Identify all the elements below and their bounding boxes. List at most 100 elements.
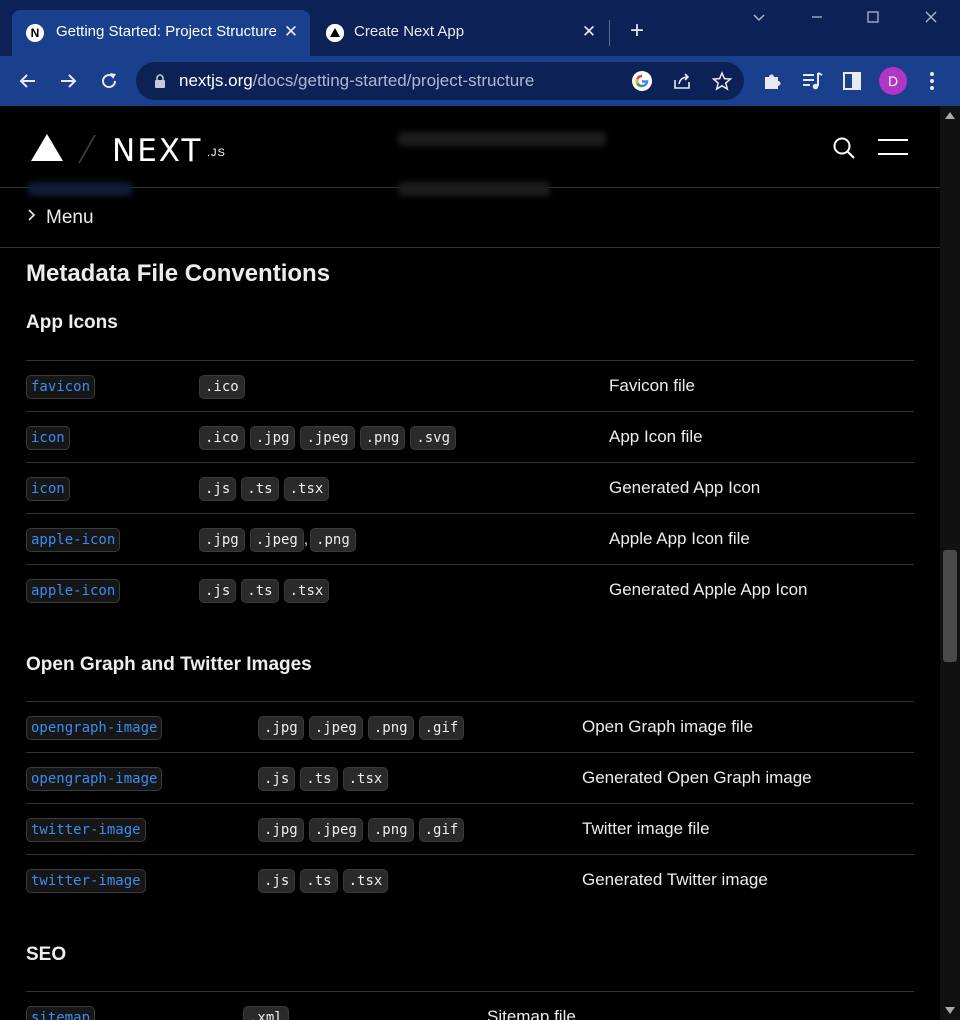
site-header: NEXT .JS [0, 106, 940, 196]
extension-badge: .gif [418, 818, 465, 842]
scroll-up-arrow-icon[interactable] [945, 112, 955, 119]
url-text: nextjs.org/docs/getting-started/project-… [179, 71, 535, 90]
file-convention-link[interactable]: icon [26, 477, 70, 501]
tab-separator [609, 20, 610, 46]
tab-title: Create Next App [354, 23, 465, 40]
extension-list: .js .ts .tsx [258, 869, 393, 893]
extension-badge: .png [367, 818, 414, 842]
extension-badge: .jpeg [308, 716, 363, 740]
file-convention-link[interactable]: apple-icon [26, 579, 121, 603]
search-icon[interactable] [832, 136, 856, 160]
extension-badge: .jpg [258, 818, 304, 842]
file-convention-link[interactable]: icon [26, 426, 70, 450]
extension-badge: .tsx [283, 579, 330, 603]
extension-badge: .ts [241, 477, 279, 501]
section-heading-open-graph-twitter: Open Graph and Twitter Images [26, 654, 312, 675]
back-arrow-icon[interactable] [13, 66, 43, 96]
file-description: Favicon file [609, 376, 695, 395]
extension-badge: .js [258, 869, 296, 893]
menu-label: Menu [46, 207, 94, 228]
extension-badge: .ico [199, 426, 245, 450]
more-menu-icon[interactable] [920, 69, 944, 93]
bookmark-star-icon[interactable] [711, 70, 733, 92]
extension-badge: .svg [410, 426, 457, 450]
table-row: icon .js .ts .tsx Generated App Icon [26, 462, 914, 513]
extension-badge: .xml [243, 1006, 289, 1020]
page-title: Metadata File Conventions [26, 260, 331, 287]
extension-badge: .jpg [199, 528, 245, 552]
extension-badge: .jpg [249, 426, 296, 450]
google-lens-icon[interactable] [631, 70, 653, 92]
media-playlist-icon[interactable] [800, 69, 824, 93]
reload-icon[interactable] [94, 66, 124, 96]
extension-badge: .png [367, 716, 414, 740]
file-description: App Icon file [609, 427, 703, 446]
browser-titlebar: N Getting Started: Project Structure ✕ C… [0, 0, 960, 56]
tab-search-chevron-icon[interactable] [744, 8, 774, 32]
extension-badge: .png [310, 528, 356, 552]
nextjs-favicon-icon: N [26, 24, 44, 42]
extension-badge: .jpg [258, 716, 304, 740]
table-row: favicon .ico Favicon file [26, 360, 914, 411]
extension-badge: .tsx [342, 869, 389, 893]
file-convention-link[interactable]: opengraph-image [26, 716, 163, 740]
file-description: Twitter image file [582, 819, 710, 838]
tab-title: Getting Started: Project Structure [56, 23, 276, 40]
extension-list: .xml [243, 1006, 294, 1020]
address-bar[interactable]: nextjs.org/docs/getting-started/project-… [136, 62, 744, 100]
extension-badge: .jpeg [308, 818, 363, 842]
close-tab-icon[interactable]: ✕ [578, 21, 600, 43]
chevron-right-icon [27, 208, 37, 227]
extension-badge: .jpeg [249, 528, 304, 552]
extension-list: .jpg .jpeg .png .gif [258, 716, 469, 740]
close-tab-icon[interactable]: ✕ [280, 21, 302, 43]
extension-badge: .jpeg [300, 426, 355, 450]
table-row: opengraph-image .js .ts .tsx Generated Ope… [26, 752, 914, 803]
tab-getting-started[interactable]: N Getting Started: Project Structure ✕ [12, 10, 310, 56]
file-convention-link[interactable]: twitter-image [26, 818, 146, 842]
extension-list: .ico .jpg .jpeg .png .svg [199, 426, 461, 450]
share-icon[interactable] [671, 70, 693, 92]
extension-list: .jpg .jpeg, .png [199, 528, 361, 552]
table-row: apple-icon .js .ts .tsx Generated Apple Ap… [26, 564, 914, 615]
profile-avatar[interactable]: D [879, 67, 907, 95]
vercel-logo-icon[interactable] [31, 134, 63, 161]
extension-list: .jpg .jpeg .png .gif [258, 818, 469, 842]
extension-badge: .ts [300, 869, 338, 893]
extension-list: .js .ts .tsx [199, 477, 334, 501]
vertical-scrollbar[interactable] [940, 106, 960, 1020]
scroll-down-arrow-icon[interactable] [945, 1007, 955, 1014]
minimize-icon[interactable] [802, 8, 832, 32]
file-convention-link[interactable]: favicon [26, 375, 96, 399]
forward-arrow-icon[interactable] [53, 66, 83, 96]
docs-menu-toggle[interactable]: Menu [0, 188, 940, 248]
vercel-favicon-icon [326, 24, 344, 42]
new-tab-button[interactable]: + [624, 18, 650, 44]
file-convention-link[interactable]: twitter-image [26, 869, 146, 893]
section-heading-seo: SEO [26, 944, 67, 965]
table-row: apple-icon .jpg .jpeg, .png Apple App Icon… [26, 513, 914, 564]
extension-badge: .ts [300, 767, 338, 791]
extension-badge: .ico [199, 375, 245, 399]
file-convention-link[interactable]: sitemap [26, 1006, 96, 1020]
maximize-icon[interactable] [858, 8, 888, 32]
hamburger-menu-icon[interactable] [878, 139, 908, 157]
lock-icon [155, 74, 165, 88]
extension-badge: .gif [418, 716, 465, 740]
nextjs-logo[interactable]: NEXT [112, 133, 202, 169]
tab-create-next-app[interactable]: Create Next App ✕ [314, 10, 610, 56]
extension-list: .ico [199, 375, 250, 399]
file-convention-link[interactable]: opengraph-image [26, 767, 163, 791]
page-viewport: NEXT .JS Menu Metadata File Conventions … [0, 106, 940, 1020]
extension-list: .js .ts .tsx [199, 579, 334, 603]
table-row: sitemap .xml Sitemap file [26, 991, 914, 1020]
file-description: Generated Apple App Icon [609, 580, 808, 599]
close-window-icon[interactable] [916, 8, 946, 32]
file-convention-link[interactable]: apple-icon [26, 528, 121, 552]
table-row: icon .ico .jpg .jpeg .png .svg App Icon file [26, 411, 914, 462]
side-panel-icon[interactable] [840, 69, 864, 93]
extensions-puzzle-icon[interactable] [760, 69, 784, 93]
file-description: Generated Twitter image [582, 870, 768, 889]
scrollbar-thumb[interactable] [943, 550, 957, 662]
nextjs-logo-suffix: .JS [207, 147, 226, 159]
